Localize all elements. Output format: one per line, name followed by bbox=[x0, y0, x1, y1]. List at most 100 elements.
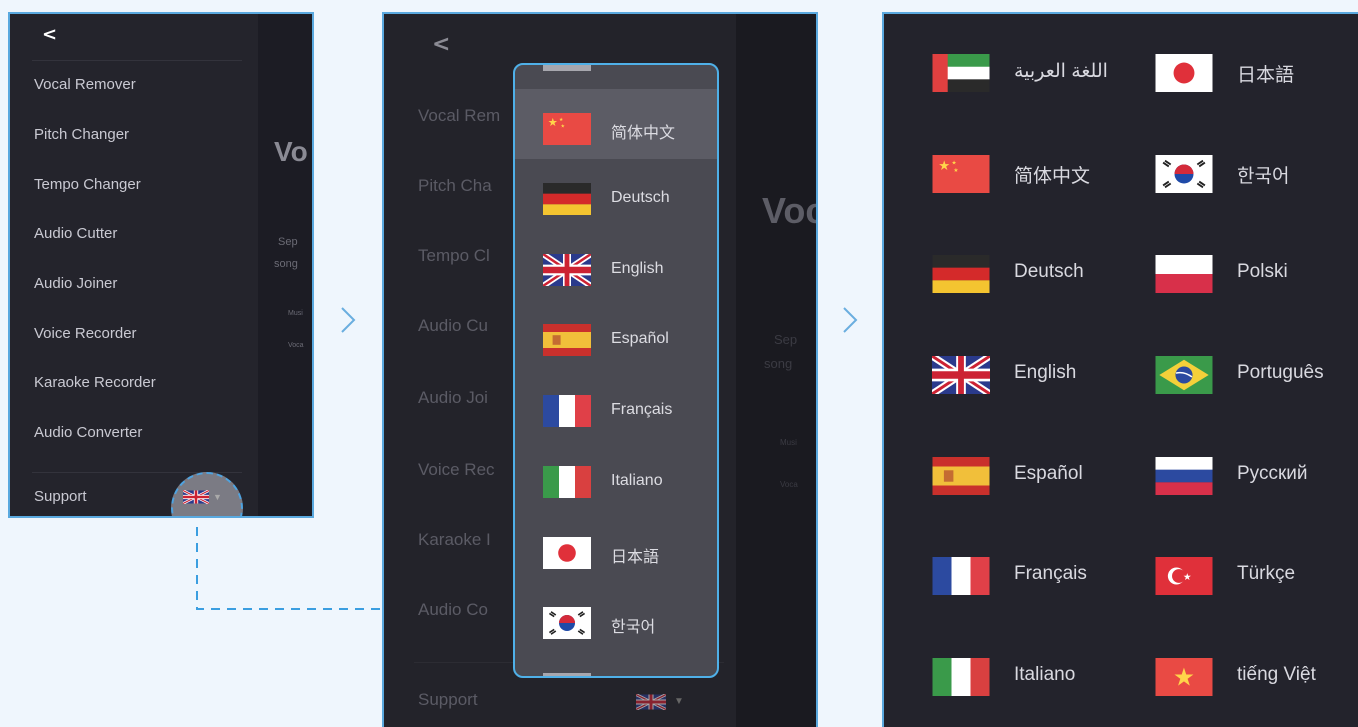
language-option-japanese[interactable]: 日本語 bbox=[1155, 52, 1355, 92]
uk-flag-icon bbox=[543, 254, 591, 286]
language-label: English bbox=[1014, 362, 1077, 383]
back-chevron-icon[interactable]: < bbox=[432, 32, 450, 57]
background-text: Musi bbox=[780, 438, 797, 447]
menu-item-tempo-changer[interactable]: Tempo Changer bbox=[34, 176, 141, 193]
spain-flag-icon bbox=[543, 324, 591, 356]
language-option-turkish[interactable]: Türkçe bbox=[1155, 555, 1355, 595]
uk-flag-icon bbox=[932, 356, 990, 394]
dropdown-item-label: Français bbox=[611, 401, 673, 418]
poland-flag-icon bbox=[1155, 255, 1213, 293]
menu-item-audio-joiner[interactable]: Audio Joiner bbox=[34, 275, 117, 292]
dropdown-item-label: Italiano bbox=[611, 472, 663, 489]
menu-item-pitch-changer[interactable]: Pitch Changer bbox=[34, 126, 129, 143]
language-label: Italiano bbox=[1014, 664, 1076, 685]
background-text: Voca bbox=[288, 342, 304, 349]
menu-item-karaoke-recorder[interactable]: Karaoke Recorder bbox=[34, 374, 156, 391]
menu-item-vocal-remover[interactable]: Vocal Remover bbox=[34, 76, 136, 93]
language-option-italian[interactable]: Italiano bbox=[932, 656, 1132, 696]
language-label: tiếng Việt bbox=[1237, 664, 1316, 685]
uk-flag-icon[interactable] bbox=[636, 694, 666, 710]
side-menu: < Vocal Remover Pitch Changer Tempo Chan… bbox=[10, 14, 258, 516]
divider bbox=[32, 60, 242, 61]
background-title-fragment: Voc bbox=[762, 190, 816, 231]
language-option-portuguese[interactable]: Português bbox=[1155, 354, 1355, 394]
russia-flag-icon bbox=[1155, 457, 1213, 495]
menu-item-voice-recorder[interactable]: Voice Recorder bbox=[34, 325, 137, 342]
menu-item-audio-cutter[interactable]: Audio Cutter bbox=[34, 225, 117, 242]
china-flag-icon bbox=[543, 113, 591, 145]
menu-item-audio-converter[interactable]: Audio Converter bbox=[34, 424, 142, 441]
menu-item-vocal-remover[interactable]: Vocal Rem bbox=[418, 106, 500, 126]
china-flag-icon bbox=[932, 155, 990, 193]
dropdown-item-japanese[interactable]: 日本語 bbox=[515, 513, 717, 583]
background-text: Musi bbox=[288, 310, 303, 317]
caret-down-icon[interactable]: ▼ bbox=[674, 696, 684, 707]
language-option-polish[interactable]: Polski bbox=[1155, 253, 1355, 293]
japan-flag-icon bbox=[543, 537, 591, 569]
language-label: 日本語 bbox=[1237, 65, 1295, 86]
turkey-flag-icon bbox=[1155, 557, 1213, 595]
language-label: Türkçe bbox=[1237, 563, 1296, 584]
language-label: اللغة العربية bbox=[1014, 61, 1108, 82]
brazil-flag-icon bbox=[1155, 356, 1213, 394]
france-flag-icon bbox=[932, 557, 990, 595]
menu-item-audio-converter[interactable]: Audio Co bbox=[418, 600, 488, 620]
dropdown-item-german[interactable]: Deutsch bbox=[515, 159, 717, 229]
chevron-right-icon bbox=[843, 307, 858, 333]
france-flag-icon bbox=[543, 395, 591, 427]
caret-down-icon[interactable]: ▼ bbox=[213, 492, 222, 502]
back-chevron-icon[interactable]: < bbox=[42, 24, 57, 45]
language-option-german[interactable]: Deutsch bbox=[932, 253, 1132, 293]
dropdown-item-korean[interactable]: 한국어 bbox=[515, 583, 717, 653]
language-label: Español bbox=[1014, 463, 1083, 484]
uk-flag-icon[interactable] bbox=[183, 490, 209, 504]
menu-item-audio-cutter[interactable]: Audio Cu bbox=[418, 316, 488, 336]
language-label: 한국어 bbox=[1237, 166, 1290, 187]
language-option-arabic[interactable]: اللغة العربية bbox=[932, 52, 1132, 92]
dropdown-item-label: 日本語 bbox=[611, 549, 660, 566]
dropdown-item-chinese[interactable]: 简体中文 bbox=[515, 89, 717, 159]
flag-partial bbox=[543, 673, 591, 676]
language-dropdown[interactable]: 简体中文 Deutsch English Español Français It… bbox=[513, 63, 719, 678]
menu-item-voice-recorder[interactable]: Voice Rec bbox=[418, 460, 495, 480]
dropdown-item-spanish[interactable]: Español bbox=[515, 300, 717, 370]
dropdown-item-label: English bbox=[611, 260, 664, 277]
background-text: song bbox=[764, 356, 793, 371]
dropdown-item-label: 한국어 bbox=[611, 619, 656, 636]
uae-flag-icon bbox=[932, 54, 990, 92]
language-label: Русский bbox=[1237, 463, 1308, 484]
korea-flag-icon bbox=[543, 607, 591, 639]
germany-flag-icon bbox=[932, 255, 990, 293]
language-option-korean[interactable]: 한국어 bbox=[1155, 153, 1355, 193]
dropdown-item-english[interactable]: English bbox=[515, 230, 717, 300]
support-link[interactable]: Support bbox=[34, 488, 87, 505]
spain-flag-icon bbox=[932, 457, 990, 495]
language-label: Deutsch bbox=[1014, 261, 1084, 282]
germany-flag-icon bbox=[543, 183, 591, 215]
background-text: Sep bbox=[278, 236, 298, 248]
language-option-french[interactable]: Français bbox=[932, 555, 1132, 595]
menu-item-tempo-changer[interactable]: Tempo Cl bbox=[418, 246, 490, 266]
korea-flag-icon bbox=[1155, 155, 1213, 193]
background-title-fragment: Vo bbox=[274, 136, 308, 167]
language-option-russian[interactable]: Русский bbox=[1155, 455, 1355, 495]
language-label: Português bbox=[1237, 362, 1324, 383]
menu-item-audio-joiner[interactable]: Audio Joi bbox=[418, 388, 488, 408]
language-option-chinese[interactable]: 简体中文 bbox=[932, 153, 1132, 193]
italy-flag-icon bbox=[932, 658, 990, 696]
chevron-right-icon bbox=[341, 307, 356, 333]
menu-item-karaoke-recorder[interactable]: Karaoke I bbox=[418, 530, 491, 550]
language-dropdown-panel: Voc Sep song Musi Voca < Vocal Rem Pitch… bbox=[382, 12, 818, 727]
language-option-english[interactable]: English bbox=[932, 354, 1132, 394]
menu-item-pitch-changer[interactable]: Pitch Cha bbox=[418, 176, 492, 196]
dropdown-item-french[interactable]: Français bbox=[515, 371, 717, 441]
background-text: song bbox=[274, 258, 298, 270]
support-link[interactable]: Support bbox=[418, 690, 478, 710]
language-label: Polski bbox=[1237, 261, 1288, 282]
dropdown-item-label: Español bbox=[611, 330, 669, 347]
dropdown-item-italian[interactable]: Italiano bbox=[515, 442, 717, 512]
language-option-spanish[interactable]: Español bbox=[932, 455, 1132, 495]
language-label: 简体中文 bbox=[1014, 166, 1091, 187]
language-option-vietnamese[interactable]: tiếng Việt bbox=[1155, 656, 1355, 696]
japan-flag-icon bbox=[1155, 54, 1213, 92]
